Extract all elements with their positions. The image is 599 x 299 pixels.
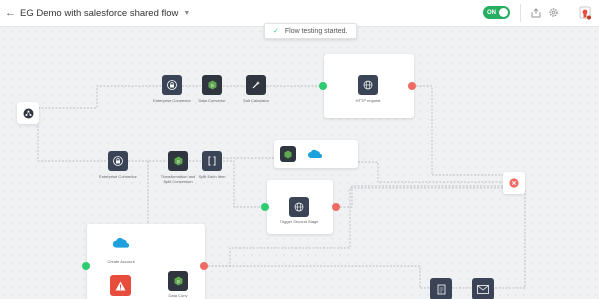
check-icon: ✓	[273, 28, 279, 35]
document-icon	[437, 284, 445, 294]
error-end-node[interactable]	[503, 172, 525, 194]
code-icon	[284, 150, 292, 158]
enterprise-connector-node-2[interactable]	[108, 151, 128, 171]
chevron-down-icon[interactable]: ▼	[183, 10, 190, 17]
flow-canvas[interactable]: Enterprise Connector js Data Convertor S…	[0, 27, 599, 299]
wand-icon	[252, 81, 260, 89]
node-label-enterprise-1: Enterprise Connector	[153, 98, 191, 103]
split-each-item-node[interactable]	[202, 151, 222, 171]
success-port[interactable]	[319, 82, 327, 90]
data-conv-node[interactable]: js	[168, 271, 188, 291]
node-label-http-request: HTTP request	[355, 98, 381, 103]
error-port[interactable]	[200, 262, 208, 270]
lock-icon	[113, 156, 123, 166]
flow-title-dropdown[interactable]: ← EG Demo with salesforce shared flow ▼	[5, 7, 190, 19]
error-port[interactable]	[408, 82, 416, 90]
globe-icon	[294, 202, 304, 212]
node-label-trigger: Trigger Second Stage	[279, 219, 319, 224]
error-port[interactable]	[332, 203, 340, 211]
node-label-enterprise-2: Enterprise Connector	[99, 174, 137, 179]
toast-message: Flow testing started.	[284, 27, 348, 35]
test-flow-icon[interactable]	[579, 6, 592, 20]
node-label-split-each: Split Each Item	[198, 174, 226, 179]
share-icon	[23, 108, 33, 118]
code-icon: js	[174, 276, 182, 286]
enterprise-connector-node-1[interactable]	[162, 75, 182, 95]
http-request-node[interactable]	[358, 75, 378, 95]
toggle-label: ON	[487, 9, 496, 16]
svg-text:js: js	[176, 159, 180, 164]
warning-icon	[115, 281, 126, 290]
flow-title: EG Demo with salesforce shared flow	[20, 7, 179, 19]
salt-calculator-node[interactable]	[246, 75, 266, 95]
success-port[interactable]	[82, 262, 90, 270]
transformation-split-node[interactable]: js	[168, 151, 188, 171]
code-icon: js	[208, 80, 216, 90]
node-label-salt-calculator: Salt Calculator	[242, 98, 269, 103]
error-icon	[509, 178, 519, 188]
node-label-create-account: Create Account	[107, 259, 135, 264]
data-convertor-node[interactable]: js	[202, 75, 222, 95]
svg-text:js: js	[210, 83, 214, 88]
mail-icon	[477, 284, 489, 294]
brackets-icon	[208, 156, 216, 166]
success-port[interactable]	[261, 203, 269, 211]
header-divider	[520, 4, 521, 22]
code-icon: js	[174, 156, 182, 166]
salesforce-code-node[interactable]	[280, 146, 296, 162]
error-alert-node[interactable]	[110, 275, 131, 296]
salesforce-cloud-icon[interactable]	[307, 147, 323, 159]
lock-icon	[167, 80, 177, 90]
svg-text:js: js	[176, 279, 180, 284]
toast-notification: ✓ Flow testing started.	[264, 23, 357, 39]
document-node[interactable]	[430, 278, 452, 299]
back-arrow-icon[interactable]: ←	[5, 7, 16, 19]
globe-icon	[363, 80, 373, 90]
salesforce-cloud-icon[interactable]	[110, 236, 132, 250]
gear-icon[interactable]	[548, 7, 559, 18]
export-icon[interactable]	[530, 7, 541, 18]
trigger-second-stage-node[interactable]	[289, 197, 309, 217]
flow-enable-toggle[interactable]: ON	[483, 6, 510, 19]
send-mail-node[interactable]	[472, 278, 494, 299]
node-label-data-convertor: Data Convertor	[198, 98, 226, 103]
node-label-data-conv: Data Conv	[168, 293, 188, 298]
toggle-knob	[499, 8, 508, 17]
start-node[interactable]	[17, 102, 39, 124]
